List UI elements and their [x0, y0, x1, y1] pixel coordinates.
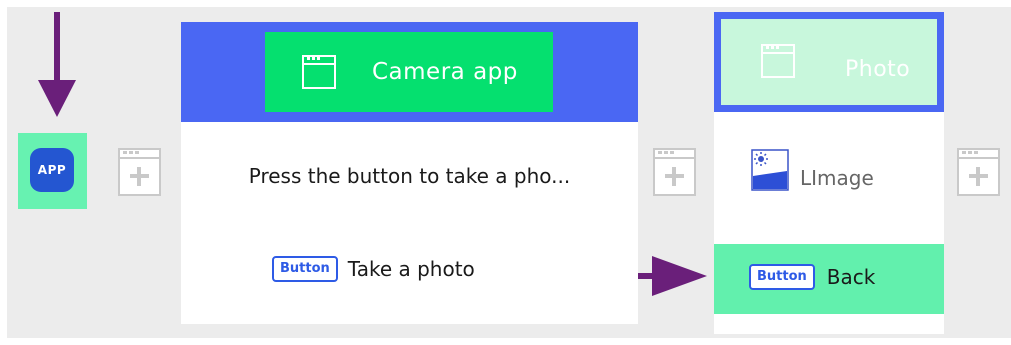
image-icon	[751, 149, 789, 191]
camera-app-screen: Camera app Press the button to take a ph…	[181, 22, 638, 324]
add-window-icon[interactable]	[653, 148, 696, 196]
take-photo-row: Button Take a photo	[272, 256, 475, 282]
back-button[interactable]: Button	[749, 264, 815, 290]
window-icon	[761, 44, 795, 78]
back-row-highlight: Button Back	[714, 244, 944, 314]
flow-diagram: APP Camera app Press the button to take …	[0, 0, 1011, 345]
back-label: Back	[826, 265, 876, 289]
photo-screen: Photo LImage Button Back	[714, 12, 944, 334]
title-bar: Camera app	[265, 32, 553, 112]
screen-title: Photo	[845, 57, 911, 82]
screen-title: Camera app	[372, 59, 518, 85]
app-icon[interactable]: APP	[30, 148, 74, 192]
take-photo-label: Take a photo	[347, 257, 475, 281]
take-photo-button[interactable]: Button	[272, 256, 338, 282]
screen-header: Camera app	[181, 22, 638, 122]
add-window-icon[interactable]	[957, 148, 1000, 196]
instruction-label: Press the button to take a pho...	[248, 164, 571, 188]
screen-header-selected: Photo	[714, 12, 944, 112]
title-bar: Photo	[721, 19, 937, 105]
back-row: Button Back	[749, 264, 875, 290]
add-window-icon[interactable]	[118, 148, 161, 196]
app-tile[interactable]: APP	[18, 133, 87, 209]
window-icon	[302, 55, 336, 89]
image-label: LImage	[800, 166, 874, 190]
entry-arrow	[38, 12, 76, 117]
